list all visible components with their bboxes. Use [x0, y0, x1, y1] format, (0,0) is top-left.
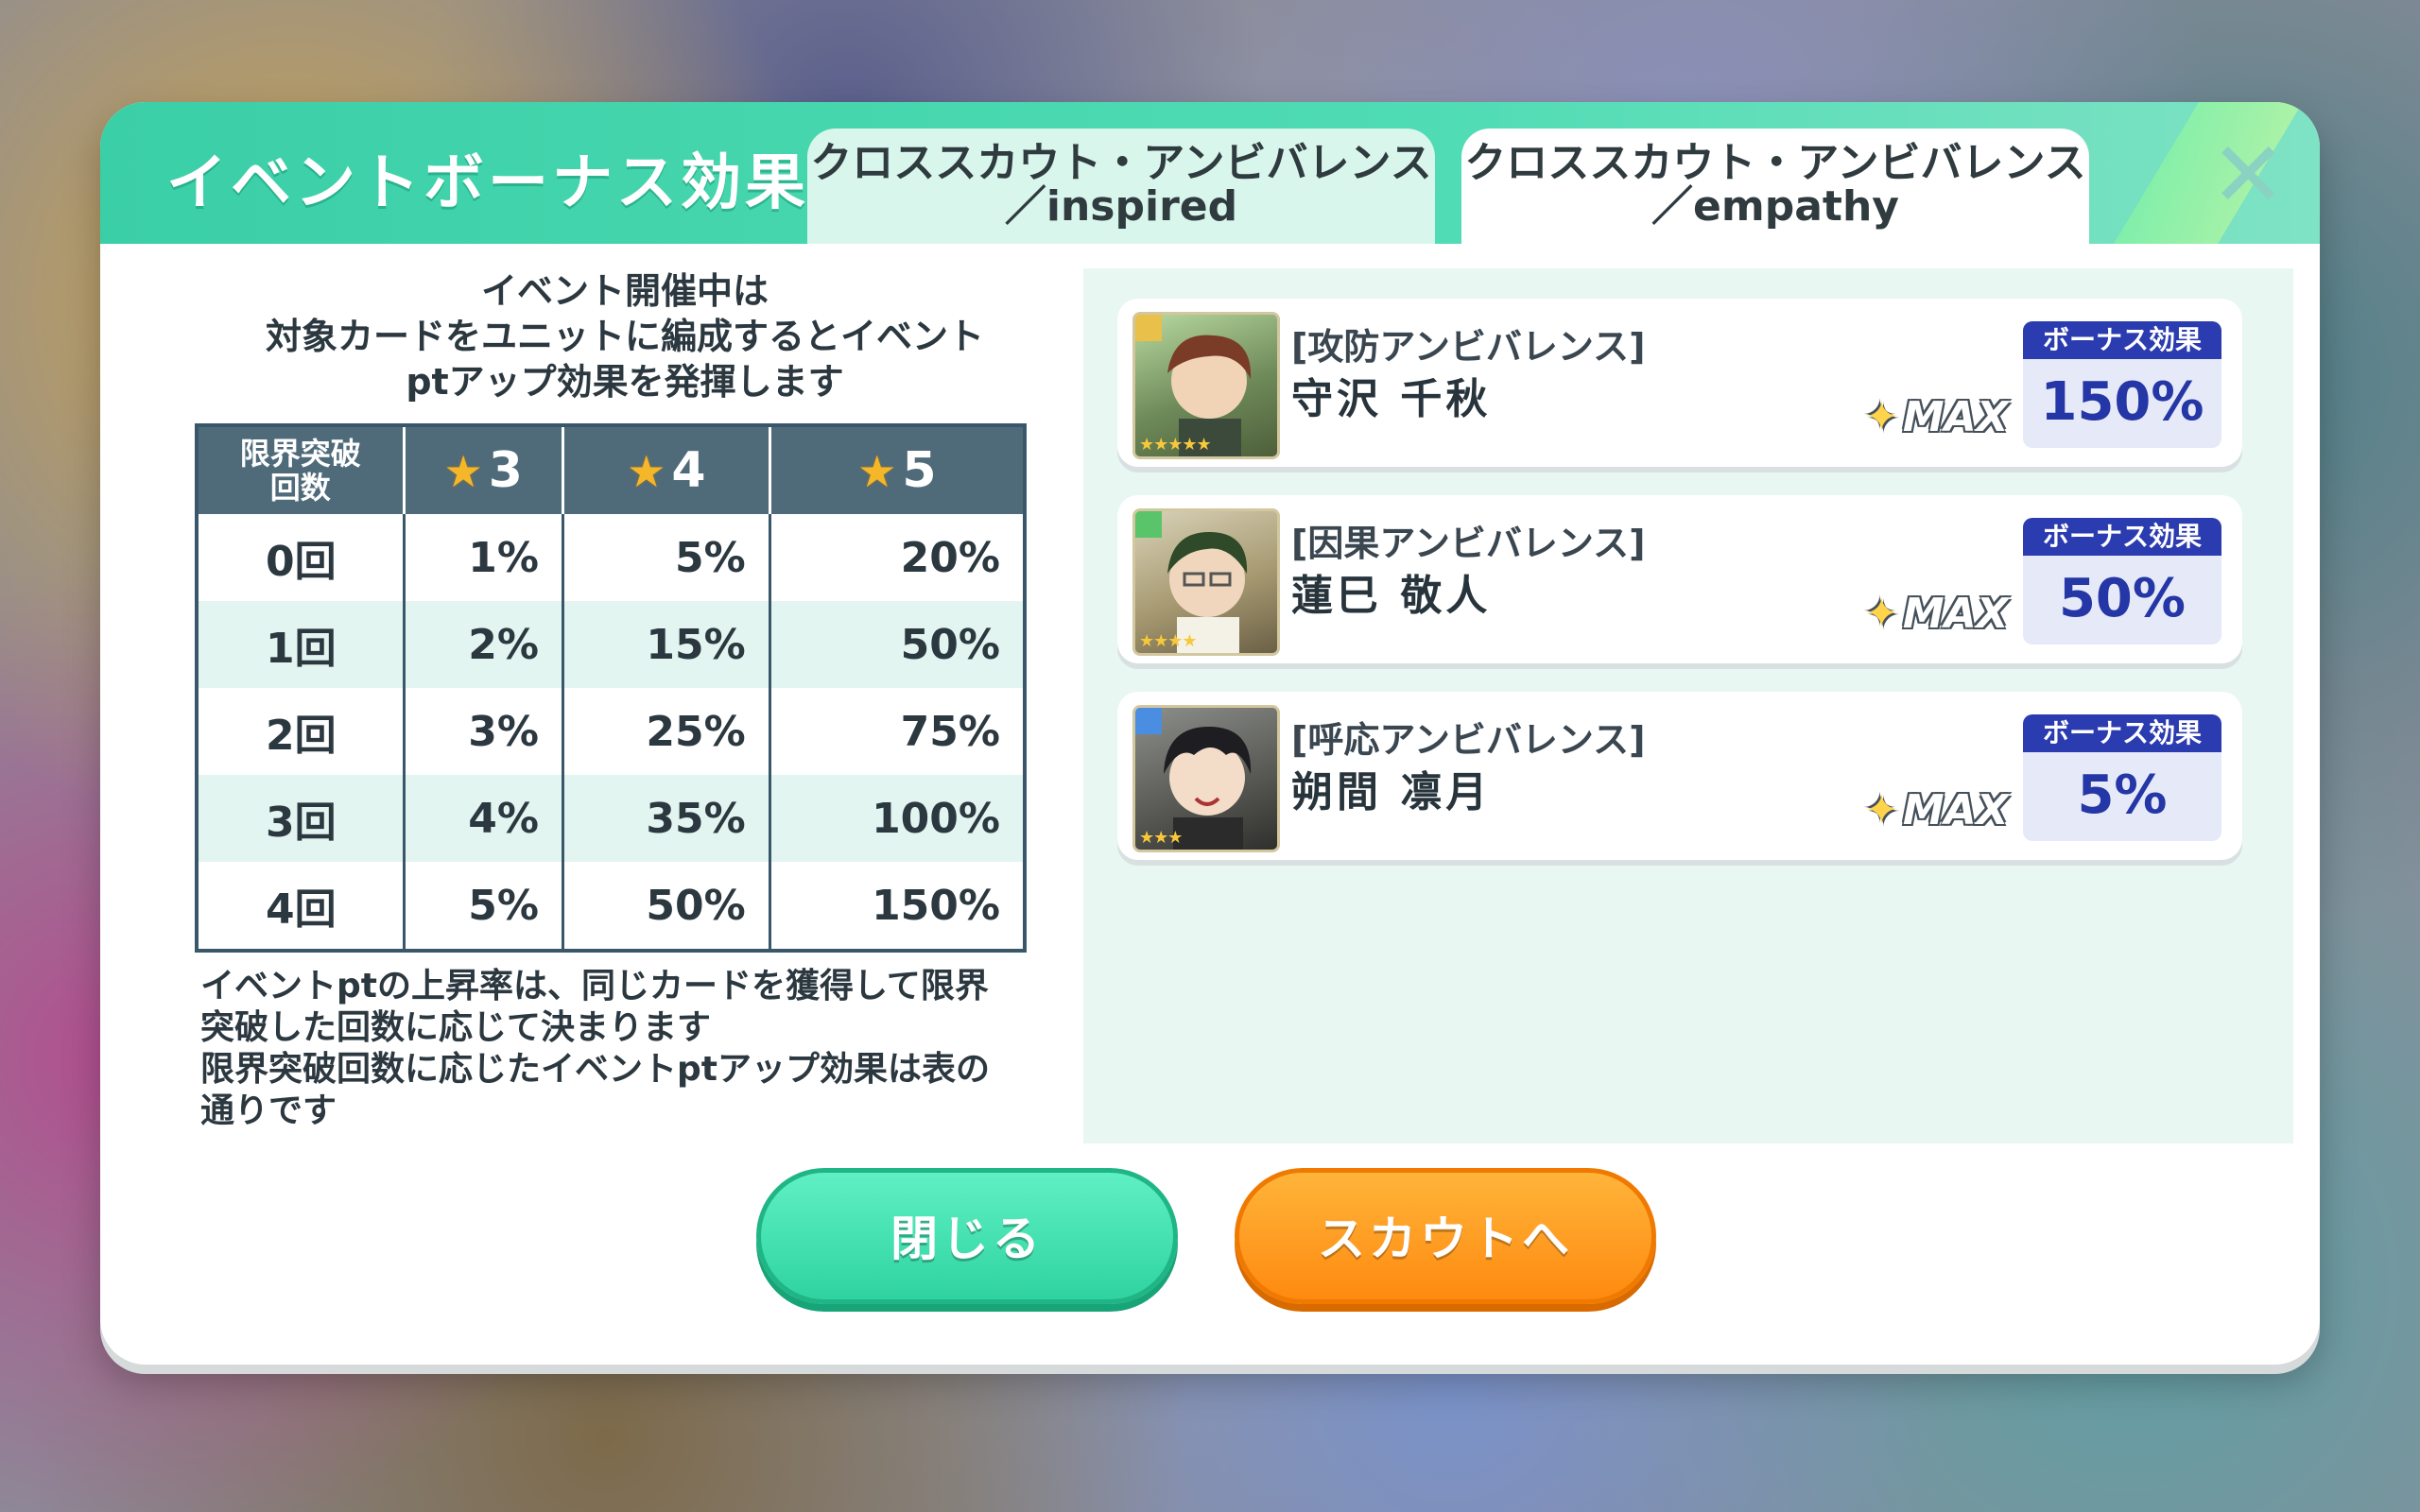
- card-type: [呼応アンビバレンス]: [1291, 719, 1646, 761]
- table-row: 4回 5% 50% 150%: [197, 862, 1025, 951]
- header-star5-label: 5: [902, 442, 937, 499]
- table-row: 0回 1% 5% 20%: [197, 514, 1025, 601]
- card-item[interactable]: ★★★ [呼応アンビバレンス] 朔間 凛月 ✦MAX ボーナス効果 5%: [1117, 692, 2242, 860]
- header-limit-break: 限界突破 回数: [197, 425, 406, 514]
- table-cell: 2%: [404, 601, 565, 688]
- max-indicator: ✦MAX: [1864, 786, 2009, 834]
- intro-line: ptアップ効果を発揮します: [406, 361, 844, 403]
- sparkle-icon: ✦: [1864, 590, 1899, 638]
- header-star3: ★ 3: [404, 425, 565, 514]
- max-indicator: ✦MAX: [1864, 393, 2009, 441]
- table-row: 2回 3% 25% 75%: [197, 688, 1025, 775]
- row-label: 0回: [197, 514, 406, 601]
- table-cell: 20%: [900, 533, 1000, 582]
- card-thumbnail: ★★★★★: [1132, 312, 1280, 459]
- table-row: 1回 2% 15% 50%: [197, 601, 1025, 688]
- max-label: MAX: [1902, 590, 2009, 638]
- close-icon[interactable]: ✕: [2210, 129, 2286, 220]
- intro-text: イベント開催中は 対象カードをユニットに編成するとイベント ptアップ効果を発揮…: [214, 268, 1036, 404]
- rarity-stars: ★★★: [1139, 828, 1183, 848]
- sparkle-icon: ✦: [1864, 786, 1899, 834]
- tab-inspired[interactable]: クロススカウト・アンビバレンス ／inspired: [807, 129, 1435, 244]
- header-star4: ★ 4: [562, 425, 771, 514]
- bonus-badge-label: ボーナス効果: [2023, 321, 2221, 359]
- card-type: [因果アンビバレンス]: [1291, 523, 1646, 564]
- tab-inspired-line2: ／inspired: [1004, 182, 1238, 231]
- row-label: 1回: [197, 601, 406, 688]
- note-line: 突破した回数に応じて決まります: [200, 1008, 712, 1047]
- bonus-badge: ボーナス効果 150%: [2023, 321, 2221, 448]
- table-cell: 35%: [562, 775, 771, 862]
- card-item[interactable]: ★★★★ [因果アンビバレンス] 蓮巳 敬人 ✦MAX ボーナス効果 50%: [1117, 495, 2242, 663]
- intro-line: イベント開催中は: [480, 270, 769, 312]
- note-line: 限界突破回数に応じたイベントptアップ効果は表の: [200, 1050, 990, 1089]
- table-cell: 25%: [562, 688, 771, 775]
- star-icon: ★: [627, 446, 666, 497]
- table-cell: 150%: [872, 881, 1000, 930]
- bonus-badge: ボーナス効果 50%: [2023, 518, 2221, 644]
- table-row: 3回 4% 35% 100%: [197, 775, 1025, 862]
- table-cell: 5%: [562, 514, 771, 601]
- card-type: [攻防アンビバレンス]: [1291, 326, 1646, 368]
- table-header-row: 限界突破 回数 ★ 3 ★ 4 ★ 5: [197, 425, 1025, 514]
- card-thumbnail: ★★★★: [1132, 508, 1280, 656]
- table-cell: 1%: [404, 514, 565, 601]
- card-list-panel: ★★★★★ [攻防アンビバレンス] 守沢 千秋 ✦MAX ボーナス効果 150%: [1083, 268, 2293, 1143]
- header-star4-label: 4: [671, 442, 706, 499]
- modal-header: イベントボーナス効果 クロススカウト・アンビバレンス ／inspired クロス…: [100, 102, 2320, 244]
- table-cell: 5%: [404, 862, 565, 951]
- row-label: 2回: [197, 688, 406, 775]
- bonus-table: 限界突破 回数 ★ 3 ★ 4 ★ 5 0回 1% 5% 20% 1回 2% 15% …: [195, 423, 1027, 953]
- table-cell: 100%: [769, 775, 1025, 862]
- header-star5: ★ 5: [769, 425, 1025, 514]
- star-icon: ★: [443, 446, 483, 497]
- modal-title: イベントボーナス効果: [166, 148, 809, 218]
- sparkle-icon: ✦: [1864, 393, 1899, 441]
- rarity-stars: ★★★★: [1139, 631, 1198, 651]
- table-cell: 15%: [562, 601, 771, 688]
- bonus-value: 150%: [2040, 371, 2204, 433]
- card-name: 蓮巳 敬人: [1291, 572, 1492, 620]
- explanation-note: イベントptの上昇率は、同じカードを獲得して限界 突破した回数に応じて決まります…: [200, 966, 1051, 1132]
- bonus-value: 5%: [2077, 765, 2168, 826]
- max-indicator: ✦MAX: [1864, 590, 2009, 638]
- table-cell: 50%: [562, 862, 771, 951]
- table-cell: 4%: [404, 775, 565, 862]
- header-limit-break-line1: 限界突破: [239, 436, 361, 472]
- scout-button[interactable]: スカウトへ: [1235, 1168, 1656, 1304]
- rarity-stars: ★★★★★: [1139, 435, 1212, 455]
- card-name: 守沢 千秋: [1291, 375, 1492, 423]
- table-cell: 75%: [900, 707, 1000, 756]
- card-item[interactable]: ★★★★★ [攻防アンビバレンス] 守沢 千秋 ✦MAX ボーナス効果 150%: [1117, 299, 2242, 467]
- bonus-badge-label: ボーナス効果: [2023, 714, 2221, 752]
- row-label: 3回: [197, 775, 406, 862]
- close-button[interactable]: 閉じる: [756, 1168, 1178, 1304]
- row-label: 4回: [197, 862, 406, 951]
- note-line: 通りです: [200, 1091, 337, 1130]
- note-line: イベントptの上昇率は、同じカードを獲得して限界: [200, 967, 989, 1005]
- bonus-badge: ボーナス効果 5%: [2023, 714, 2221, 841]
- tab-inspired-line1: クロススカウト・アンビバレンス: [810, 139, 1432, 187]
- card-thumbnail: ★★★: [1132, 705, 1280, 852]
- intro-line: 対象カードをユニットに編成するとイベント: [265, 316, 984, 357]
- star-icon: ★: [857, 446, 897, 497]
- card-name: 朔間 凛月: [1291, 768, 1492, 816]
- max-label: MAX: [1902, 786, 2009, 834]
- header-star3-label: 3: [488, 442, 523, 499]
- header-limit-break-line2: 回数: [269, 470, 331, 506]
- table-cell: 3%: [404, 688, 565, 775]
- table-cell: 50%: [769, 601, 1025, 688]
- tab-empathy-line1: クロススカウト・アンビバレンス: [1464, 139, 2086, 187]
- bonus-value: 50%: [2058, 568, 2187, 629]
- tab-empathy[interactable]: クロススカウト・アンビバレンス ／empathy: [1461, 129, 2089, 244]
- event-bonus-modal: イベントボーナス効果 クロススカウト・アンビバレンス ／inspired クロス…: [100, 102, 2320, 1365]
- max-label: MAX: [1902, 393, 2009, 441]
- bonus-badge-label: ボーナス効果: [2023, 518, 2221, 556]
- tab-empathy-line2: ／empathy: [1651, 182, 1899, 231]
